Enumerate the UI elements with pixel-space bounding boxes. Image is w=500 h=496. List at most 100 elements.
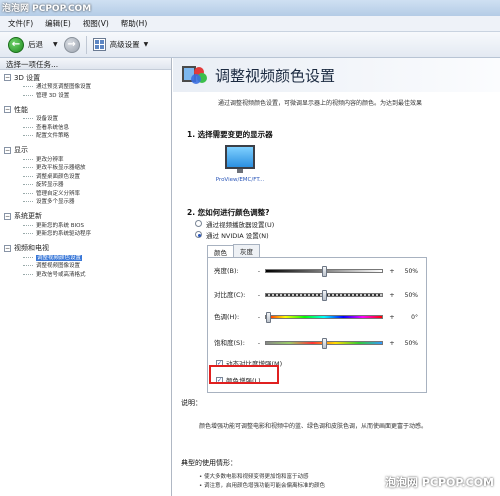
main-content: 调整视频颜色设置 通过调整视频颜色设置，可微调显示器上的视频内容的颜色。为达到最… bbox=[173, 58, 500, 496]
collapse-icon[interactable]: − bbox=[4, 74, 11, 81]
page-title: 调整视频颜色设置 bbox=[215, 66, 336, 85]
sidebar-item[interactable]: 更改分辨率 bbox=[4, 155, 171, 164]
advanced-settings-label[interactable]: 高级设置 bbox=[110, 39, 140, 50]
sidebar-item[interactable]: 设备设置 bbox=[4, 114, 171, 123]
radio-button[interactable] bbox=[195, 220, 202, 227]
advanced-settings-icon[interactable] bbox=[92, 38, 106, 51]
back-button[interactable]: ← bbox=[8, 36, 24, 53]
sidebar-item[interactable]: 更新您的系统 BIOS bbox=[4, 221, 171, 230]
slider-value: 0° bbox=[411, 313, 418, 321]
minus-label: - bbox=[257, 313, 261, 321]
minus-label: - bbox=[257, 339, 261, 347]
radio-label: 通过 NVIDIA 设置(N) bbox=[206, 231, 269, 240]
category-3d[interactable]: −3D 设置 bbox=[4, 73, 171, 82]
category-video-tv[interactable]: − 视频和电视 bbox=[4, 244, 171, 253]
page-description: 通过调整视频颜色设置，可微调显示器上的视频内容的颜色。为达到最佳效果 bbox=[218, 100, 423, 107]
menu-bar: 文件(F) 编辑(E) 视图(V) 帮助(H) bbox=[0, 16, 500, 32]
back-history-chevron-icon[interactable]: ▼ bbox=[53, 41, 58, 48]
slider-label: 对比度(C): bbox=[214, 290, 246, 299]
sidebar-item[interactable]: 管理 3D 设置 bbox=[4, 91, 171, 100]
color-tabs: 颜色 灰度 bbox=[207, 244, 500, 258]
hue-slider[interactable] bbox=[265, 312, 383, 323]
saturation-slider[interactable] bbox=[265, 338, 383, 349]
minus-label: - bbox=[257, 291, 261, 299]
page-banner: 调整视频颜色设置 bbox=[173, 58, 500, 92]
slider-label: 亮度(B): bbox=[214, 266, 239, 275]
category-system-update[interactable]: − 系统更新 bbox=[4, 212, 171, 221]
sidebar-item[interactable]: 设置多个显示器 bbox=[4, 197, 171, 206]
menu-edit[interactable]: 编辑(E) bbox=[45, 18, 71, 29]
sidebar-item[interactable]: 更新您的系统驱动程序 bbox=[4, 229, 171, 238]
toolbar-separator bbox=[85, 35, 87, 54]
sidebar-item[interactable]: 通过预览调整图像设置 bbox=[4, 82, 171, 91]
forward-arrow-icon: → bbox=[67, 39, 76, 50]
sidebar-item[interactable]: 查看系统信息 bbox=[4, 123, 171, 132]
hue-row: 色调(H): - + 0° bbox=[214, 310, 424, 324]
usage-item: • 使大多数电影和视频变得更加饱和富于动感 bbox=[199, 474, 309, 480]
radio-label: 通过视频播放器设置(U) bbox=[206, 220, 275, 229]
brightness-slider[interactable] bbox=[265, 266, 383, 277]
advanced-settings-chevron-icon[interactable]: ▼ bbox=[144, 41, 149, 48]
slider-thumb[interactable] bbox=[266, 312, 271, 323]
task-tree: −3D 设置 通过预览调整图像设置 管理 3D 设置 − 性能 设备设置 查看系统… bbox=[0, 70, 171, 278]
collapse-icon[interactable]: − bbox=[4, 244, 11, 252]
monitor-label: ProView/EMC/FT... bbox=[215, 177, 265, 183]
sidebar-item[interactable]: 管理自定义分辨率 bbox=[4, 189, 171, 198]
menu-file[interactable]: 文件(F) bbox=[8, 18, 33, 29]
slider-thumb[interactable] bbox=[321, 266, 327, 277]
sidebar-item[interactable]: 调整视频图像设置 bbox=[4, 261, 171, 270]
menu-help[interactable]: 帮助(H) bbox=[121, 18, 148, 29]
collapse-icon[interactable]: − bbox=[4, 106, 11, 113]
collapse-icon[interactable]: − bbox=[4, 212, 11, 220]
plus-label: + bbox=[389, 339, 395, 347]
category-label: 视频和电视 bbox=[14, 244, 49, 252]
brightness-row: 亮度(B): - + 50% bbox=[214, 264, 424, 278]
contrast-row: 对比度(C): - + 50% bbox=[214, 288, 424, 302]
sidebar-item[interactable]: 调整桌面颜色设置 bbox=[4, 172, 171, 181]
tab-gamma[interactable]: 灰度 bbox=[233, 244, 260, 257]
category-label: 显示 bbox=[14, 146, 28, 154]
slider-label: 色调(H): bbox=[214, 312, 240, 321]
slider-value: 50% bbox=[404, 291, 418, 299]
menu-view[interactable]: 视图(V) bbox=[83, 18, 109, 29]
plus-label: + bbox=[389, 267, 395, 275]
sidebar-item-video-color-selected[interactable]: 调整视频颜色设置 bbox=[4, 253, 171, 262]
sidebar-item[interactable]: 更改平板显示器缩放 bbox=[4, 163, 171, 172]
category-display[interactable]: − 显示 bbox=[4, 146, 171, 155]
color-enhance-highlight bbox=[209, 365, 279, 384]
forward-button[interactable]: → bbox=[63, 36, 80, 53]
category-label: 性能 bbox=[14, 105, 28, 114]
section-color-method: 2. 您如何进行颜色调整? bbox=[187, 208, 270, 217]
task-sidebar: 选择一项任务... −3D 设置 通过预览调整图像设置 管理 3D 设置 − 性能… bbox=[0, 58, 172, 496]
watermark-top: 泡泡网 PCPOP.COM bbox=[2, 4, 92, 14]
plus-label: + bbox=[389, 313, 395, 321]
display-selector[interactable]: ProView/EMC/FT... bbox=[211, 145, 269, 199]
sidebar-item[interactable]: 旋转显示器 bbox=[4, 180, 171, 189]
sidebar-item[interactable]: 更改信号或高清格式 bbox=[4, 270, 171, 279]
help-heading: 说明： bbox=[181, 399, 202, 407]
category-performance[interactable]: − 性能 bbox=[4, 105, 171, 114]
usage-item: • 调注意，启用颜色增强功能可能会偏离标准的颜色 bbox=[199, 483, 325, 489]
saturation-row: 饱和度(S): - + 50% bbox=[214, 336, 424, 350]
slider-label: 饱和度(S): bbox=[214, 338, 245, 347]
collapse-icon[interactable]: − bbox=[4, 146, 11, 154]
radio-nvidia-settings[interactable]: 通过 NVIDIA 设置(N) bbox=[173, 229, 500, 240]
slider-thumb[interactable] bbox=[321, 290, 327, 301]
radio-button-selected[interactable] bbox=[195, 231, 202, 238]
back-arrow-icon: ← bbox=[11, 39, 21, 50]
watermark-bottom: 泡泡网 PCPOP.COM bbox=[385, 476, 494, 489]
sidebar-header: 选择一项任务... bbox=[0, 58, 171, 70]
sidebar-item[interactable]: 配置文件策略 bbox=[4, 131, 171, 140]
contrast-slider[interactable] bbox=[265, 290, 383, 301]
toolbar: ← 后退 ▼ → 高级设置 ▼ bbox=[0, 32, 500, 58]
slider-value: 50% bbox=[404, 339, 418, 347]
slider-value: 50% bbox=[404, 267, 418, 275]
help-text: 颜色增强功能可调整电影和视频中的蓝、绿色调和皮肤色调，从而使画面更富于动感。 bbox=[199, 423, 428, 430]
video-settings-icon bbox=[181, 63, 207, 87]
back-label[interactable]: 后退 bbox=[28, 39, 43, 50]
category-label: 系统更新 bbox=[14, 212, 42, 220]
radio-player-settings[interactable]: 通过视频播放器设置(U) bbox=[173, 218, 500, 229]
category-label: 3D 设置 bbox=[14, 73, 41, 82]
slider-thumb[interactable] bbox=[321, 338, 327, 349]
minus-label: - bbox=[257, 267, 261, 275]
